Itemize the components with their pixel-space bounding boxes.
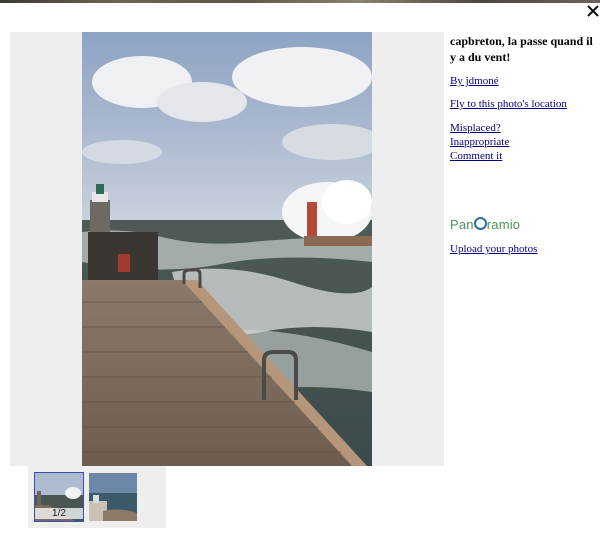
logo-text-start: Pan [450, 217, 474, 232]
photo-panel [10, 32, 444, 466]
logo-text-end: ramio [486, 217, 521, 232]
globe-icon [473, 217, 487, 230]
main-photo[interactable] [82, 32, 372, 466]
photo-title: capbreton, la passe quand il y a du vent… [450, 34, 593, 64]
photo-counter: 1/2 [35, 508, 83, 519]
misplaced-link[interactable]: Misplaced? [450, 121, 600, 135]
photo-info-sidebar: capbreton, la passe quand il y a du vent… [450, 33, 600, 163]
thumbnail-2[interactable] [89, 473, 137, 521]
close-button[interactable] [586, 4, 600, 18]
comment-link[interactable]: Comment it [450, 149, 600, 163]
thumbnail-1[interactable]: 1/2 [34, 472, 84, 522]
close-icon [587, 5, 599, 17]
upload-photos-link[interactable]: Upload your photos [450, 243, 537, 255]
panoramio-logo[interactable]: Pan ramio [450, 217, 520, 232]
thumbnail-strip: 1/2 [28, 466, 166, 528]
background-strip [0, 0, 600, 3]
inappropriate-link[interactable]: Inappropriate [450, 135, 600, 149]
author-link[interactable]: By jdmoné [450, 74, 600, 88]
fly-to-location-link[interactable]: Fly to this photo's location [450, 97, 600, 111]
